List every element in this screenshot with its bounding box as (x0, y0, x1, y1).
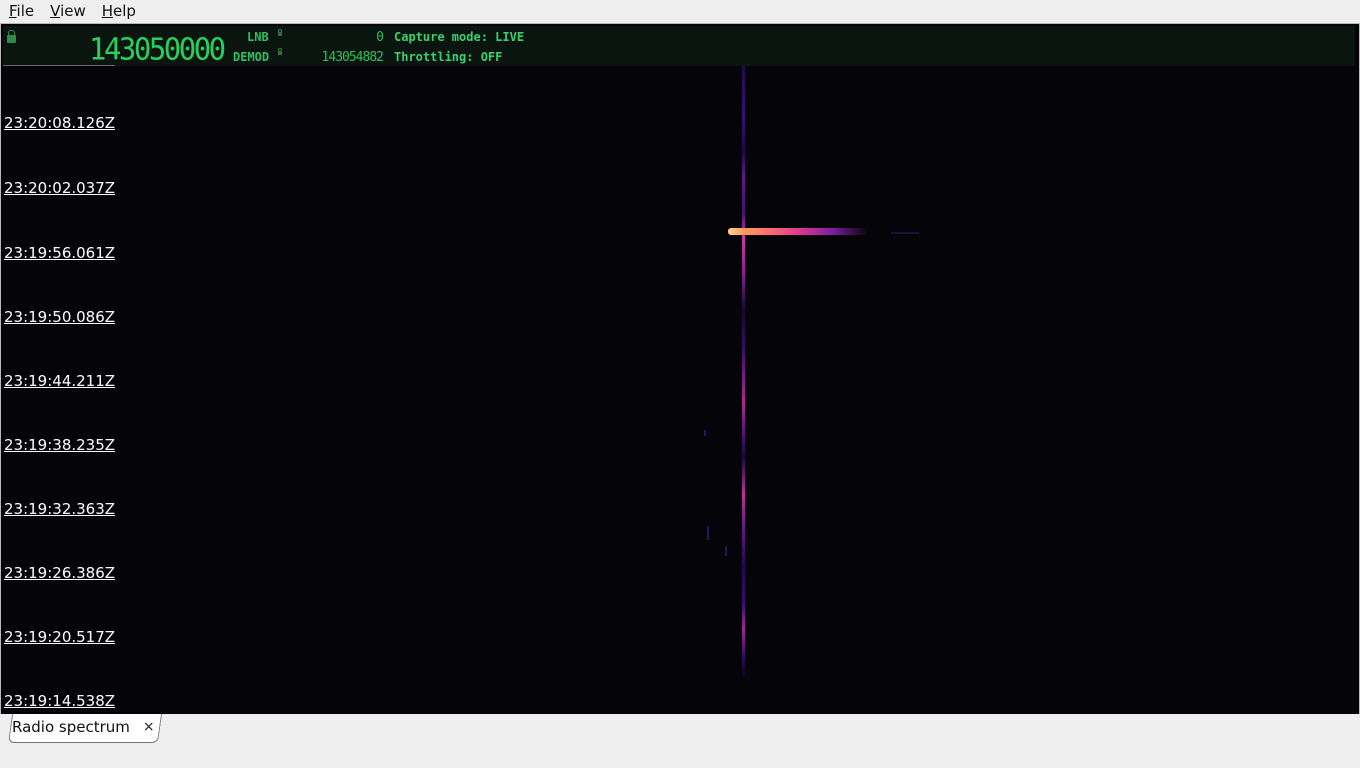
frequency-display[interactable]: 143050000 (89, 31, 226, 67)
tab-bar: Radio spectrum × (0, 714, 1360, 768)
noise-speck (704, 430, 706, 436)
menu-help[interactable]: Help (93, 0, 143, 22)
menu-view[interactable]: View (41, 0, 93, 22)
signal-burst-tail (891, 232, 919, 234)
timeline-rule (3, 65, 115, 66)
throttling-status: Throttling: OFF (394, 50, 503, 64)
spectrum-window: 143050000 LNB 0 DEMOD 143054882 Capture … (0, 23, 1360, 716)
timestamp-label: 23:19:38.235Z (4, 436, 116, 454)
timestamp-label: 23:19:44.211Z (4, 372, 116, 390)
carrier-trace (742, 66, 745, 678)
receiver-display: 143050000 LNB 0 DEMOD 143054882 Capture … (3, 26, 1355, 67)
demod-label: DEMOD (233, 50, 270, 64)
demod-value[interactable]: 143054882 (293, 50, 384, 65)
timestamp-label: 23:20:02.037Z (4, 179, 116, 197)
noise-speck (725, 546, 727, 556)
timestamp-label: 23:20:08.126Z (4, 114, 116, 132)
lnb-label: LNB (247, 30, 269, 44)
tab-label: Radio spectrum (12, 718, 130, 736)
timestamp-label: 23:19:32.363Z (4, 500, 116, 518)
menu-file[interactable]: File (0, 0, 41, 22)
timestamp-label: 23:19:14.538Z (4, 692, 116, 710)
capture-mode-status: Capture mode: LIVE (394, 30, 525, 44)
lnb-lock-icon[interactable] (278, 29, 282, 36)
lnb-value[interactable]: 0 (303, 30, 384, 45)
lock-icon[interactable] (7, 30, 16, 43)
tab-radio-spectrum[interactable]: Radio spectrum × (12, 718, 155, 736)
close-icon[interactable]: × (143, 719, 155, 735)
timestamp-label: 23:19:20.517Z (4, 628, 116, 646)
signal-burst (728, 228, 868, 235)
timestamp-label: 23:19:26.386Z (4, 564, 116, 582)
noise-speck (707, 526, 709, 540)
menu-bar: File View Help (0, 0, 1360, 22)
demod-lock-icon[interactable] (278, 48, 282, 55)
waterfall-display[interactable]: 23:20:08.126Z 23:20:02.037Z 23:19:56.061… (1, 65, 1357, 715)
timestamp-label: 23:19:56.061Z (4, 244, 116, 262)
timestamp-label: 23:19:50.086Z (4, 308, 116, 326)
